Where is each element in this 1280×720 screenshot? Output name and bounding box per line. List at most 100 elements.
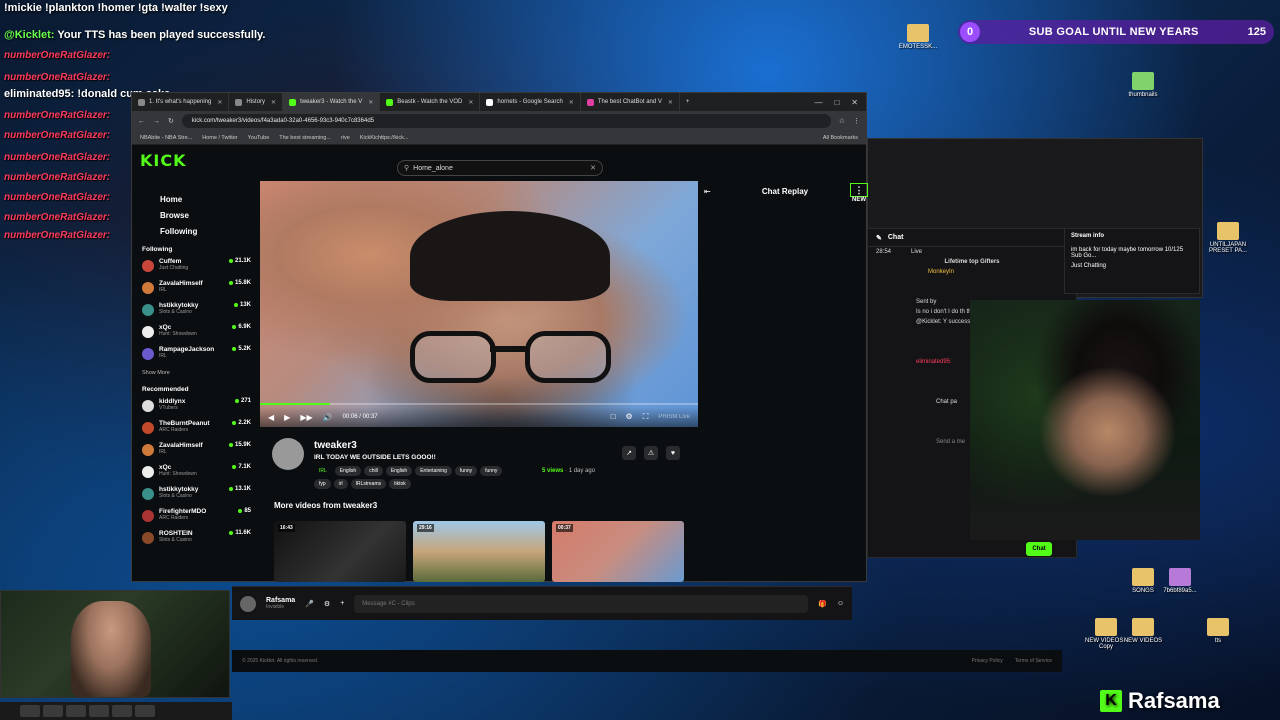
search-input[interactable]: ⚲ Home_alone ✕ [397, 160, 603, 176]
settings-icon[interactable]: ⚙ [324, 600, 330, 608]
menu-icon[interactable]: ⋮ [853, 117, 860, 125]
back-icon[interactable]: ← [138, 118, 145, 125]
browser-tab[interactable]: History ✕ [229, 93, 284, 111]
share-icon[interactable]: ↗ [622, 446, 636, 460]
terms-link[interactable]: Terms of Service [1015, 658, 1052, 664]
browser-tab[interactable]: 1. It's what's happening ✕ [132, 93, 230, 111]
taskbar-app[interactable] [112, 705, 132, 717]
fullscreen-icon[interactable]: ⛶ [643, 412, 649, 422]
channel-item[interactable]: TheBurntPeanut ARC Raiders 2.2K [140, 420, 251, 442]
channel-item[interactable]: FirefighterMDO ARC Raiders 85 [140, 508, 251, 530]
more-videos-title: More videos from tweaker3 [274, 501, 378, 510]
tag[interactable]: irl [333, 479, 348, 489]
bookmark-item[interactable]: The best streaming... [279, 135, 331, 141]
tag[interactable]: English [385, 466, 413, 476]
clear-search-icon[interactable]: ✕ [590, 164, 596, 172]
heart-icon[interactable]: ♥ [666, 446, 680, 460]
emoji-icon[interactable]: ☺ [837, 600, 844, 607]
skip-back-icon[interactable]: ◀ [268, 413, 274, 422]
brand-name: Rafsama [1128, 688, 1220, 713]
nav-browse[interactable]: Browse [160, 211, 251, 220]
channel-item[interactable]: ZavalaHimself IRL 15.8K [140, 280, 251, 302]
nav-following[interactable]: Following [160, 227, 251, 236]
volume-icon[interactable]: 🔊 [323, 413, 333, 422]
stream-info-tab[interactable]: Stream info [1071, 233, 1193, 239]
channel-item[interactable]: hstikkytokky Slots & Casino 13K [140, 302, 251, 324]
clip-icon[interactable]: □ [611, 412, 616, 422]
browser-tab[interactable]: The best ChatBot and V ✕ [581, 93, 680, 111]
desktop-folder-icon[interactable]: EMOTESSK... [890, 24, 946, 50]
channel-avatar[interactable] [272, 438, 304, 470]
channel-item[interactable]: ZavalaHimself IRL 15.9K [140, 442, 251, 464]
minimize-button[interactable]: — [814, 98, 822, 107]
channel-item[interactable]: RampageJackson IRL 5.2K [140, 346, 251, 368]
chat-button[interactable]: Chat [1026, 542, 1052, 556]
channel-item[interactable]: Cuffem Just Chatting 21.1K [140, 258, 251, 280]
desktop-folder-icon[interactable]: UNTILJAPAN PRESET PA... [1200, 222, 1256, 254]
bookmark-item[interactable]: YouTube [248, 135, 270, 141]
nav-home[interactable]: Home [160, 195, 251, 204]
reload-icon[interactable]: ↻ [168, 117, 174, 125]
channel-item[interactable]: ROSHTEIN Slots & Casino 11.6K [140, 530, 251, 552]
browser-tab[interactable]: Beastk - Watch the VOD ✕ [380, 93, 481, 111]
tag[interactable]: IRLstreams [350, 479, 387, 489]
video-thumbnail[interactable]: 00:37 [552, 521, 684, 582]
privacy-link[interactable]: Privacy Policy [972, 658, 1003, 664]
tag[interactable]: funny [480, 466, 503, 476]
category-tag[interactable]: IRL [314, 466, 332, 476]
browser-tab[interactable]: hornets - Google Search ✕ [480, 93, 581, 111]
star-icon[interactable]: ☆ [839, 117, 845, 125]
video-thumbnail[interactable]: 29:16 [413, 521, 545, 582]
report-icon[interactable]: ⚠ [644, 446, 658, 460]
tag[interactable]: funny [454, 466, 478, 476]
mute-icon[interactable]: 🎤 [305, 600, 314, 608]
desktop-folder-icon[interactable]: tts [1190, 618, 1246, 644]
maximize-button[interactable]: □ [834, 98, 839, 107]
message-input[interactable]: Message #C - Clips [354, 594, 809, 613]
more-menu[interactable]: ⋮ NEW [850, 183, 868, 211]
desktop-folder-icon[interactable]: thumbnails [1115, 72, 1171, 98]
chat-replay-title: Chat Replay [761, 186, 809, 196]
kick-logo[interactable]: KICK [140, 151, 187, 170]
bookmark-item[interactable]: KickKichttps://kick... [360, 135, 409, 141]
channel-item[interactable]: xQc Hunt: Showdown 7.1K [140, 464, 251, 486]
add-icon[interactable]: + [340, 600, 344, 607]
taskbar [0, 702, 232, 720]
channel-item[interactable]: kiddlynx VTubers 271 [140, 398, 251, 420]
taskbar-app[interactable] [43, 705, 63, 717]
tag[interactable]: English [334, 466, 362, 476]
bookmark-item[interactable]: Home / Twitter [202, 135, 237, 141]
video-progress-bar[interactable] [260, 403, 698, 405]
tag[interactable]: chill [364, 466, 383, 476]
browser-tab-active[interactable]: tweaker3 - Watch the V ✕ [283, 93, 381, 111]
tag[interactable]: Entertaining [415, 466, 452, 476]
channel-item[interactable]: xQc Hunt: Showdown 6.9K [140, 324, 251, 346]
channel-item[interactable]: hstikkytokky Slots & Casino 13.1K [140, 486, 251, 508]
video-player[interactable]: ◀ ▶ ▶▶ 🔊 00:06 / 00:37 □ ⚙ ⛶ PRISM Live [260, 181, 698, 427]
more-dots-icon[interactable]: ⋮ [850, 183, 868, 197]
show-more-link[interactable]: Show More [142, 370, 251, 376]
chat-tab[interactable]: Chat [888, 234, 904, 241]
bookmark-item[interactable]: rive [341, 135, 350, 141]
url-field[interactable]: kick.com/tweaker3/videos/f4a3ada0-32a0-4… [181, 114, 831, 128]
taskbar-app[interactable] [20, 705, 40, 717]
gift-icon[interactable]: 🎁 [818, 600, 827, 608]
channel-name[interactable]: tweaker3 [314, 440, 357, 451]
settings-icon[interactable]: ⚙ [626, 412, 633, 422]
bookmark-item[interactable]: NBAbite - NBA Stre... [140, 135, 192, 141]
search-icon: ⚲ [404, 165, 410, 172]
video-thumbnail[interactable]: 16:43 [274, 521, 406, 582]
taskbar-app[interactable] [66, 705, 86, 717]
tag[interactable]: tiktok [389, 479, 411, 489]
tag[interactable]: fyp [314, 479, 331, 489]
taskbar-app[interactable] [135, 705, 155, 717]
all-bookmarks[interactable]: All Bookmarks [823, 135, 858, 141]
desktop-folder-icon[interactable]: NEW VIDEOS [1115, 618, 1171, 644]
taskbar-app[interactable] [89, 705, 109, 717]
desktop-folder-icon[interactable]: 7b6bf89a5... [1152, 568, 1208, 594]
skip-forward-icon[interactable]: ▶▶ [300, 413, 312, 422]
play-icon[interactable]: ▶ [284, 413, 290, 422]
close-button[interactable]: ✕ [851, 98, 858, 107]
new-tab-button[interactable]: + [680, 99, 696, 105]
forward-icon[interactable]: → [153, 118, 160, 125]
